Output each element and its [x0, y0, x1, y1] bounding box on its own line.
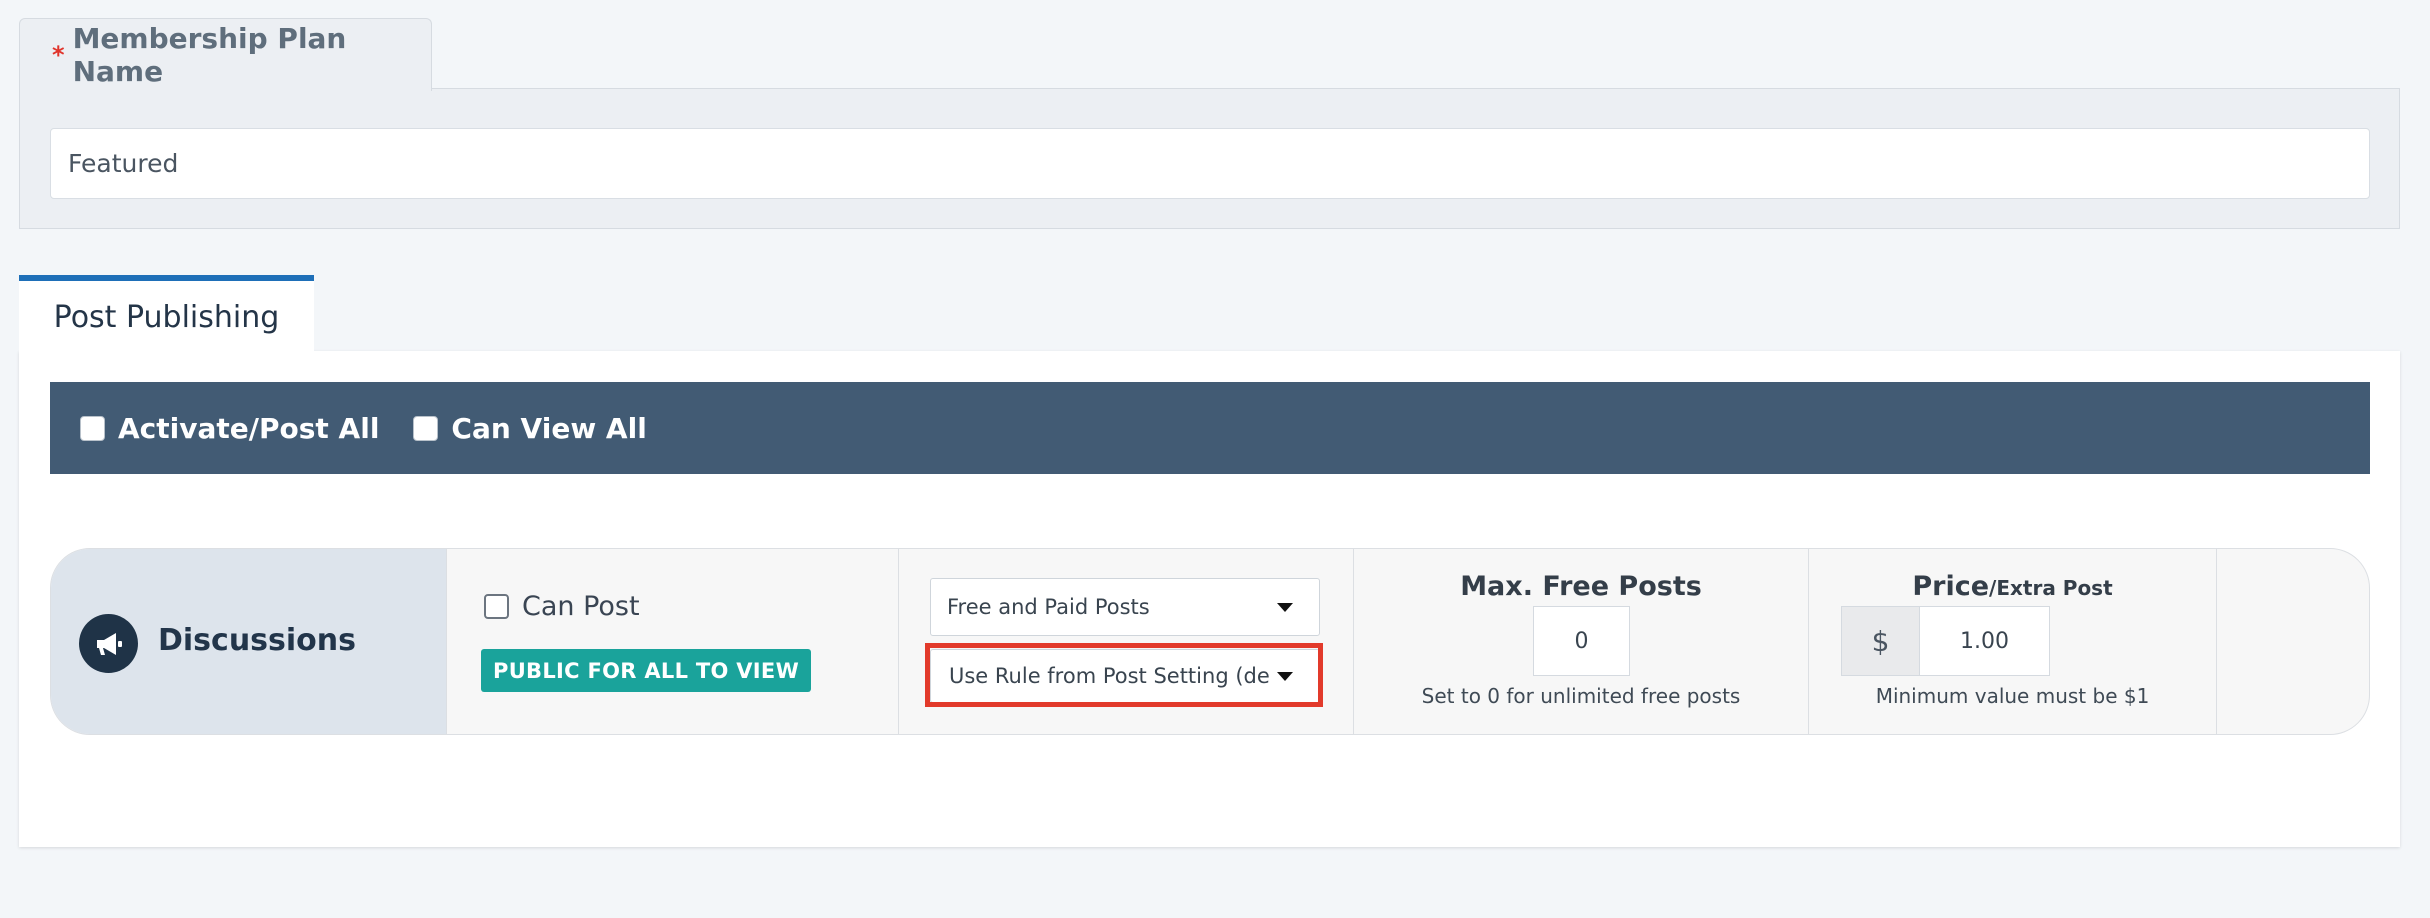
can-post-checkbox[interactable] — [484, 594, 509, 619]
tab-post-publishing[interactable]: Post Publishing — [19, 275, 314, 353]
price-input[interactable] — [1919, 606, 2050, 676]
view-all-toggle[interactable]: Can View All — [413, 411, 647, 445]
post-type-name: Discussions — [158, 623, 357, 658]
post-type-row: Discussions Can Post PUBLIC FOR ALL TO V… — [50, 548, 2370, 735]
price-title: Price/Extra Post — [1809, 571, 2216, 602]
activate-all-toggle[interactable]: Activate/Post All — [80, 412, 379, 445]
can-post-label: Can Post — [522, 591, 640, 622]
can-post-toggle[interactable]: Can Post — [484, 591, 640, 622]
price-cell: Price/Extra Post $ Minimum value must be… — [1809, 549, 2217, 734]
max-free-posts-title: Max. Free Posts — [1460, 571, 1702, 602]
plan-name-label-text: Membership Plan Name — [72, 22, 347, 88]
plan-name-input[interactable] — [50, 128, 2370, 199]
view-all-checkbox[interactable] — [413, 415, 439, 441]
row-extra-cell — [2217, 549, 2369, 734]
activate-all-checkbox[interactable] — [80, 415, 105, 441]
max-free-posts-input[interactable] — [1533, 606, 1630, 676]
activate-all-label: Activate/Post All — [118, 411, 380, 445]
price-input-group: $ — [1841, 606, 2050, 676]
price-title-text: Price — [1912, 571, 1990, 602]
required-marker: * — [52, 41, 65, 69]
view-all-label: Can View All — [451, 411, 647, 445]
bulk-actions-bar: Activate/Post All Can View All — [50, 382, 2370, 474]
permissions-cell: Can Post PUBLIC FOR ALL TO VIEW — [447, 549, 899, 734]
currency-addon: $ — [1841, 606, 1919, 676]
plan-name-label: * Membership Plan Name — [19, 18, 432, 91]
post-type-select-value: Free and Paid Posts — [947, 595, 1150, 619]
post-type-select[interactable]: Free and Paid Posts — [930, 578, 1320, 636]
max-free-posts-cell: Max. Free Posts Set to 0 for unlimited f… — [1354, 549, 1809, 734]
highlight-box — [925, 643, 1323, 707]
post-rules-cell: Free and Paid Posts Use Rule from Post S… — [899, 549, 1354, 734]
max-free-posts-hint: Set to 0 for unlimited free posts — [1421, 684, 1741, 708]
megaphone-icon — [79, 614, 138, 673]
price-title-suffix: /Extra Post — [1989, 576, 2113, 600]
post-type-name-cell: Discussions — [51, 549, 447, 734]
chevron-down-icon — [1277, 602, 1293, 612]
price-hint: Minimum value must be $1 — [1875, 684, 2150, 708]
public-view-badge[interactable]: PUBLIC FOR ALL TO VIEW — [481, 649, 812, 692]
